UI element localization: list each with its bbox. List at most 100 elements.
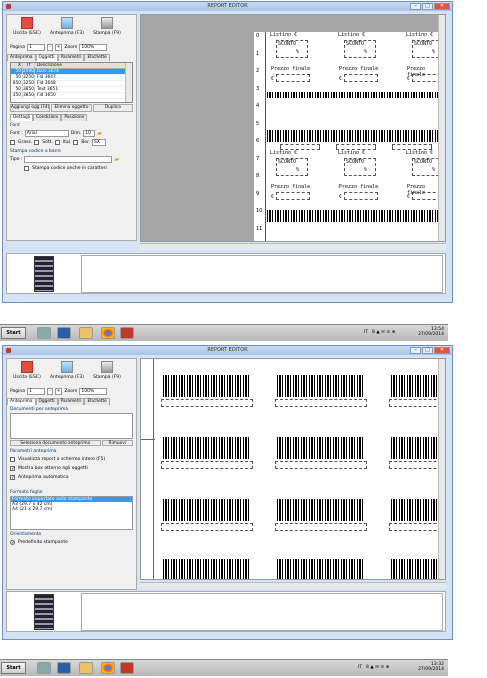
maximize-button[interactable]: □ [422,3,433,10]
border-label: Bor. [81,140,91,145]
col-tf[interactable]: Tf [23,63,35,68]
page-next-button[interactable]: + [54,44,63,51]
cell-x: 350 [12,93,23,98]
tab-parametri[interactable]: Parametri [57,398,85,405]
tray-lang[interactable]: IT [358,665,362,670]
orient-radio[interactable] [10,540,15,545]
tab-oggetti[interactable]: Oggetti [35,398,58,405]
powershell-icon[interactable] [57,327,71,339]
price-box [276,192,310,200]
page-prev-button[interactable]: - [47,44,53,51]
bold-label: Grass. [18,140,33,145]
preview-label: Anteprima (F3) [50,375,84,380]
border-checkbox[interactable] [73,140,79,145]
select-doc-button[interactable]: Seleziona documento anteprima [10,440,101,446]
show-box-checkbox[interactable] [10,466,15,471]
preview-button[interactable]: Anteprima (F3) [47,359,87,387]
print-label: Stampa (F9) [93,375,121,380]
tray-clock[interactable]: 13:54 27/09/2014 [418,327,444,337]
tab-condizioni[interactable]: Condizioni [33,114,62,121]
minimize-button[interactable]: – [410,347,421,354]
close-button[interactable]: ✕ [434,347,450,354]
format-option[interactable]: A4 (21 x 29,7 cm) [11,507,132,512]
fullscreen-checkbox[interactable] [10,457,15,462]
ruler-number: 2 [256,68,260,74]
tab-etichette[interactable]: Etichette [84,54,110,61]
minimize-button[interactable]: – [410,3,421,10]
zoom-select[interactable]: 100% [79,44,108,51]
align-select[interactable]: SX [92,139,107,146]
ruler-number: 5 [256,120,260,127]
remove-button[interactable]: Rimuovi [101,440,133,446]
detail-tabs: Dettagli Condizioni Posizione [10,114,133,121]
underline-checkbox[interactable] [34,140,40,145]
tab-etichette[interactable]: Etichette [84,398,110,405]
add-object-button[interactable]: Aggiungi ogg.(F4) [10,104,51,112]
page-prev-button[interactable]: - [47,388,53,395]
strawberry-icon[interactable] [120,662,134,674]
euro-text: € [339,194,343,200]
preview-canvas [140,358,446,580]
italic-checkbox[interactable] [54,140,60,145]
tray-icons[interactable]: 8 ▲ ✉ ⊙ ⊗ [372,330,395,335]
preview-icon [61,17,73,29]
notes-area[interactable] [81,255,443,293]
percent-text: % [364,167,368,173]
folder-icon[interactable]: ▰ [114,156,119,163]
tab-posizione[interactable]: Posizione [61,114,88,121]
canvas-hscroll[interactable] [140,243,446,250]
auto-preview-checkbox[interactable] [10,475,15,480]
barcode-text-checkbox[interactable] [24,166,29,171]
tray-lang[interactable]: IT [364,330,368,335]
tray-icons[interactable]: 8 ▲ ✉ ⊙ ⊗ [366,665,389,670]
cell-desc: Fld 3647 [37,75,56,80]
print-button[interactable]: Stampa (F9) [87,359,127,387]
exit-button[interactable]: Uscita (ESC) [7,15,47,43]
folder-icon[interactable] [79,662,93,674]
zoom-label: Zoom [64,45,78,50]
tab-anteprima[interactable]: Anteprima [7,54,36,61]
folder-icon[interactable] [79,327,93,339]
bold-checkbox[interactable] [10,140,15,145]
canvas-hscroll[interactable] [140,582,446,589]
tab-dettagli[interactable]: Dettagli [10,114,34,121]
pagina-input[interactable]: 1 [27,44,45,51]
folder-icon[interactable]: ▰ [97,130,102,137]
tab-oggetti[interactable]: Oggetti [35,54,58,61]
close-button[interactable]: ✕ [434,3,450,10]
chrome-icon[interactable] [101,662,115,674]
zoom-select[interactable]: 100% [79,388,108,395]
pagina-input[interactable]: 1 [27,388,45,395]
start-button[interactable]: Start [1,662,26,674]
col-descrizione[interactable]: Descrizione [35,63,132,68]
canvas-vscroll[interactable] [438,15,445,241]
grid-row[interactable]: 350 3850 Fld 3650 [11,93,132,99]
code-box [392,144,432,150]
maximize-button[interactable]: □ [422,347,433,354]
print-button[interactable]: Stampa (F9) [87,15,127,43]
canvas-vscroll[interactable] [438,359,445,579]
preview-button[interactable]: Anteprima (F3) [47,15,87,43]
dim-input[interactable]: 10 [83,130,96,137]
sconto-text: SCONTO [414,159,433,165]
delete-object-button[interactable]: Elimina oggetto [51,104,92,112]
chrome-icon[interactable] [101,327,115,339]
tipo-input[interactable] [24,156,113,163]
font-input[interactable]: Arial [24,130,69,137]
tab-anteprima[interactable]: Anteprima [7,398,36,405]
duplicate-button[interactable]: Duplica [92,104,133,112]
tray-clock[interactable]: 13:32 27/09/2014 [418,662,444,672]
tab-parametri[interactable]: Parametri [57,54,85,61]
grid-scrollbar[interactable] [125,63,132,102]
strawberry-icon[interactable] [120,327,134,339]
format-list[interactable]: Formato impostato sulla stampante A3 (29… [10,496,133,530]
app-icon[interactable] [37,327,51,339]
start-button[interactable]: Start [1,327,26,339]
powershell-icon[interactable] [57,662,71,674]
page-next-button[interactable]: + [54,388,63,395]
notes-area[interactable] [81,593,443,631]
docs-list[interactable] [10,413,133,439]
app-icon[interactable] [37,662,51,674]
col-x[interactable]: X [11,63,23,68]
exit-button[interactable]: Uscita (ESC) [7,359,47,387]
